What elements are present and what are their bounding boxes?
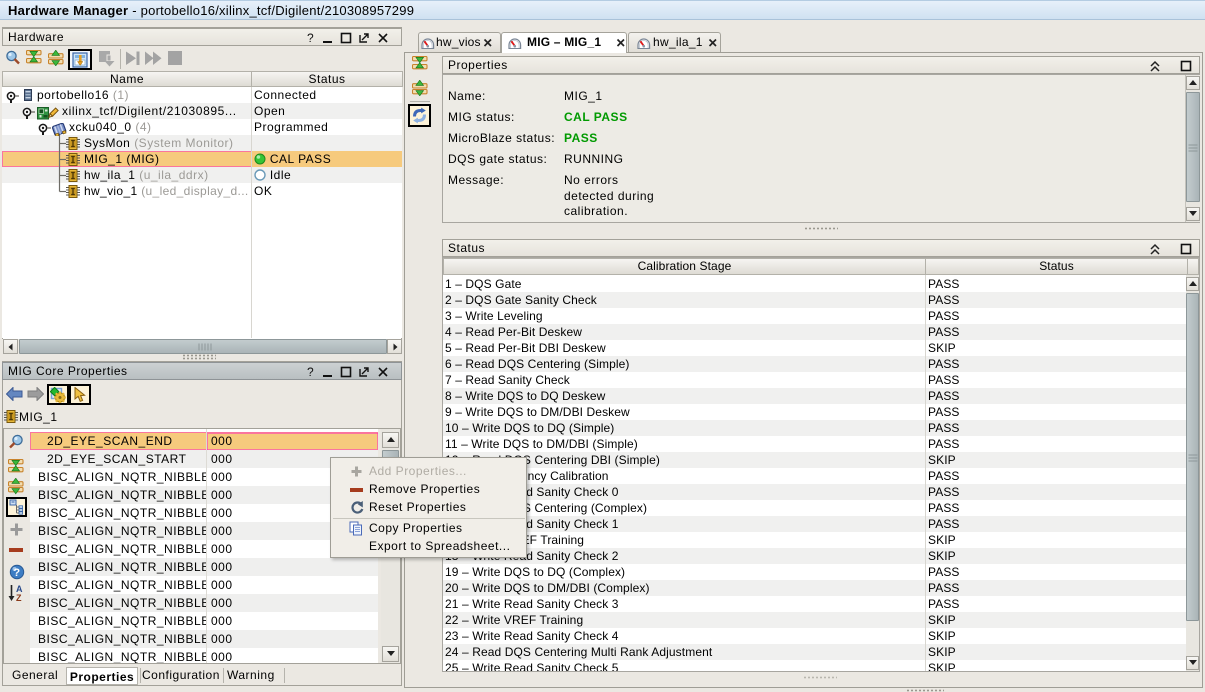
svg-text:?: ? <box>307 365 314 378</box>
svg-text:?: ? <box>307 31 314 44</box>
svg-text:Z: Z <box>16 593 22 602</box>
svg-text:?: ? <box>13 567 20 579</box>
